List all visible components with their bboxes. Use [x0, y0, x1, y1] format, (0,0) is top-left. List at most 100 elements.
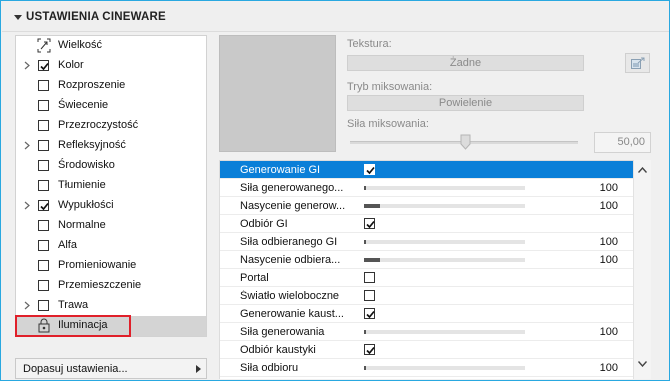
blend-mode-label: Tryb miksowania:	[347, 81, 433, 93]
row-slider[interactable]	[364, 366, 525, 370]
gi-settings-table: Generowanie GI Siła generowanego... 100 Nas…	[219, 160, 651, 379]
tree-item[interactable]: Tłumienie	[16, 176, 206, 196]
tree-item-checkbox[interactable]	[38, 100, 49, 111]
adjust-settings-label: Dopasuj ustawienia...	[23, 363, 128, 375]
tree-item-checkbox[interactable]	[38, 80, 49, 91]
table-row[interactable]: Odbiór GI	[220, 215, 634, 233]
texture-browse-button[interactable]	[625, 53, 650, 73]
table-row[interactable]: Siła odbieranego GI 100	[220, 233, 634, 251]
collapse-arrow-icon[interactable]	[14, 15, 22, 20]
tree-item-checkbox[interactable]	[38, 240, 49, 251]
tree-item-checkbox[interactable]	[38, 260, 49, 271]
tree-item-checkbox[interactable]	[38, 120, 49, 131]
tree-item-checkbox[interactable]	[38, 280, 49, 291]
table-row[interactable]: Generowanie kaust...	[220, 305, 634, 323]
tree-item[interactable]: Przezroczystość	[16, 116, 206, 136]
table-scrollbar[interactable]	[633, 160, 651, 379]
tree-item-checkbox[interactable]	[38, 140, 49, 151]
tree-item[interactable]: Kolor	[16, 56, 206, 76]
expand-arrow-icon[interactable]	[24, 61, 30, 70]
row-checkbox[interactable]	[364, 272, 375, 283]
table-row[interactable]: Generowanie GI	[220, 161, 634, 179]
tree-item-label: Świecenie	[58, 99, 109, 111]
submenu-arrow-icon	[196, 365, 201, 373]
row-checkbox[interactable]	[364, 344, 375, 355]
adjust-settings-button[interactable]: Dopasuj ustawienia...	[15, 358, 207, 379]
texture-label: Tekstura:	[347, 38, 392, 50]
tree-item-label: Kolor	[58, 59, 84, 71]
tree-item-label: Przemieszczenie	[58, 279, 142, 291]
expand-arrow-icon[interactable]	[24, 301, 30, 310]
row-value[interactable]: 100	[580, 254, 618, 266]
table-row[interactable]: Światło wieloboczne	[220, 287, 634, 305]
row-value[interactable]: 100	[580, 326, 618, 338]
row-slider[interactable]	[364, 204, 525, 208]
table-row[interactable]: Siła generowania 100	[220, 323, 634, 341]
row-name: Światło wieloboczne	[240, 290, 340, 302]
row-name: Siła odbioru	[240, 362, 299, 374]
row-checkbox[interactable]	[364, 290, 375, 301]
tree-item[interactable]: Refleksyjność	[16, 136, 206, 156]
row-name: Generowanie kaust...	[240, 308, 344, 320]
panel-header[interactable]: USTAWIENIA CINEWARE	[2, 2, 669, 32]
tree-item-checkbox[interactable]	[38, 220, 49, 231]
row-slider[interactable]	[364, 240, 525, 244]
resize-icon	[37, 38, 51, 53]
expand-arrow-icon[interactable]	[24, 141, 30, 150]
row-value[interactable]: 100	[580, 182, 618, 194]
tree-item-checkbox[interactable]	[38, 160, 49, 171]
table-row[interactable]: Nasycenie generow... 100	[220, 197, 634, 215]
row-checkbox[interactable]	[364, 218, 375, 229]
tree-item[interactable]: Rozproszenie	[16, 76, 206, 96]
row-slider-fill	[364, 258, 380, 262]
row-name: Nasycenie generow...	[240, 200, 346, 212]
tree-item-label: Tłumienie	[58, 179, 106, 191]
tree-item-label: Rozproszenie	[58, 79, 126, 91]
row-slider[interactable]	[364, 330, 525, 334]
row-name: Generowanie GI	[240, 164, 321, 176]
tree-item[interactable]: Trawa	[16, 296, 206, 316]
tree-item[interactable]: Promieniowanie	[16, 256, 206, 276]
expand-arrow-icon[interactable]	[24, 201, 30, 210]
row-value[interactable]: 100	[580, 200, 618, 212]
tree-item-checkbox[interactable]	[38, 180, 49, 191]
scroll-down-icon[interactable]	[638, 361, 647, 367]
tree-item-label: Promieniowanie	[58, 259, 137, 271]
row-name: Siła generowania	[240, 326, 325, 338]
row-slider-fill	[364, 330, 366, 334]
texture-select[interactable]: Żadne	[347, 55, 584, 71]
row-name: Siła odbieranego GI	[240, 236, 338, 248]
tree-item-label: Refleksyjność	[58, 139, 126, 151]
row-name: Portal	[240, 272, 269, 284]
row-slider-fill	[364, 366, 366, 370]
row-value[interactable]: 100	[580, 236, 618, 248]
table-row[interactable]: Nasycenie odbiera... 100	[220, 251, 634, 269]
tree-item-label: Środowisko	[58, 159, 115, 171]
blend-strength-input[interactable]: 50,00	[594, 132, 651, 153]
tree-item[interactable]: Przemieszczenie	[16, 276, 206, 296]
row-checkbox[interactable]	[364, 308, 375, 319]
table-row[interactable]: Siła odbioru 100	[220, 359, 634, 377]
channel-tree: Wielkość Kolor Rozproszenie Świecenie Przezr…	[15, 35, 207, 337]
blend-strength-slider-thumb[interactable]	[460, 134, 471, 150]
table-row[interactable]: Odbiór kaustyki	[220, 341, 634, 359]
scroll-up-icon[interactable]	[638, 167, 647, 173]
table-row[interactable]: Portal	[220, 269, 634, 287]
blend-mode-select[interactable]: Powielenie	[347, 95, 584, 111]
row-checkbox[interactable]	[364, 164, 375, 175]
tree-item[interactable]: Wypukłości	[16, 196, 206, 216]
tree-item[interactable]: Świecenie	[16, 96, 206, 116]
tree-item-checkbox[interactable]	[38, 200, 49, 211]
row-name: Nasycenie odbiera...	[240, 254, 341, 266]
tree-item[interactable]: Alfa	[16, 236, 206, 256]
tree-item-checkbox[interactable]	[38, 300, 49, 311]
tree-item-checkbox[interactable]	[38, 60, 49, 71]
row-slider[interactable]	[364, 186, 525, 190]
row-value[interactable]: 100	[580, 362, 618, 374]
table-row[interactable]: Siła generowanego... 100	[220, 179, 634, 197]
tree-item[interactable]: Normalne	[16, 216, 206, 236]
row-slider[interactable]	[364, 258, 525, 262]
tree-item[interactable]: Środowisko	[16, 156, 206, 176]
tree-item[interactable]: Wielkość	[16, 36, 206, 56]
texture-preview	[219, 35, 336, 152]
